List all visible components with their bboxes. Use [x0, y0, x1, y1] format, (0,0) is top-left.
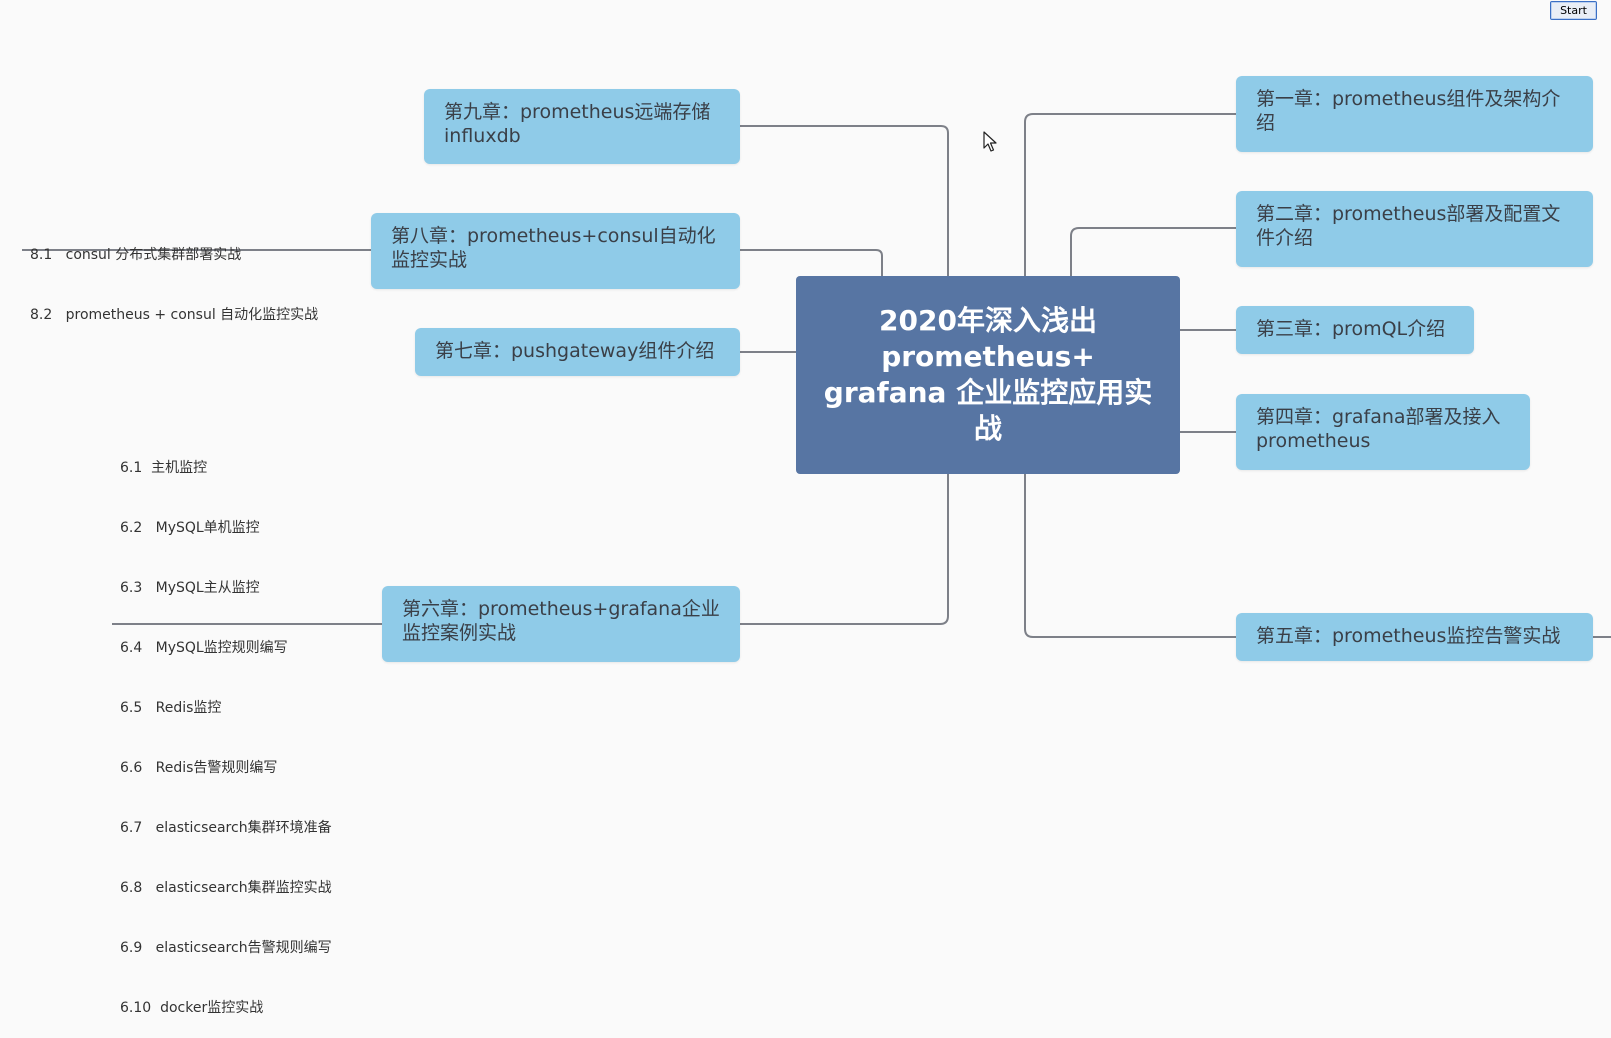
section-item[interactable]: 6.10 docker监控实战	[120, 998, 332, 1018]
section-item[interactable]: 6.8 elasticsearch集群监控实战	[120, 878, 332, 898]
section-item[interactable]: 6.1 主机监控	[120, 458, 332, 478]
section-item[interactable]: 6.2 MySQL单机监控	[120, 518, 332, 538]
chapter-4-node[interactable]: 第四章：grafana部署及接入prometheus	[1236, 394, 1530, 470]
chapter-7-node[interactable]: 第七章：pushgateway组件介绍	[415, 328, 740, 376]
section-item[interactable]: 6.4 MySQL监控规则编写	[120, 638, 332, 658]
section-item[interactable]: 6.3 MySQL主从监控	[120, 578, 332, 598]
section-item[interactable]: 6.9 elasticsearch告警规则编写	[120, 938, 332, 958]
section-item[interactable]: 6.6 Redis告警规则编写	[120, 758, 332, 778]
chapter-1-node[interactable]: 第一章：prometheus组件及架构介绍	[1236, 76, 1593, 152]
chapter-5-node[interactable]: 第五章：prometheus监控告警实战	[1236, 613, 1593, 661]
section-item[interactable]: 8.1 consul 分布式集群部署实战	[30, 245, 318, 265]
chapter-8-node[interactable]: 第八章：prometheus+consul自动化监控实战	[371, 213, 740, 289]
section-item[interactable]: 6.5 Redis监控	[120, 698, 332, 718]
chapter-9-node[interactable]: 第九章：prometheus远端存储influxdb	[424, 89, 740, 164]
section-item[interactable]: 6.7 elasticsearch集群环境准备	[120, 818, 332, 838]
chapter-6-node[interactable]: 第六章：prometheus+grafana企业监控案例实战	[382, 586, 740, 662]
chapter-8-sections: 8.1 consul 分布式集群部署实战 8.2 prometheus + co…	[30, 205, 318, 345]
start-button[interactable]: Start	[1550, 1, 1597, 20]
chapter-2-node[interactable]: 第二章：prometheus部署及配置文件介绍	[1236, 191, 1593, 267]
section-item[interactable]: 8.2 prometheus + consul 自动化监控实战	[30, 305, 318, 325]
chapter-6-sections: 6.1 主机监控 6.2 MySQL单机监控 6.3 MySQL主从监控 6.4…	[120, 418, 332, 1038]
central-topic[interactable]: 2020年深入浅出 prometheus+ grafana 企业监控应用实战	[796, 276, 1180, 474]
chapter-3-node[interactable]: 第三章：promQL介绍	[1236, 306, 1474, 354]
mouse-cursor-icon	[983, 131, 997, 152]
